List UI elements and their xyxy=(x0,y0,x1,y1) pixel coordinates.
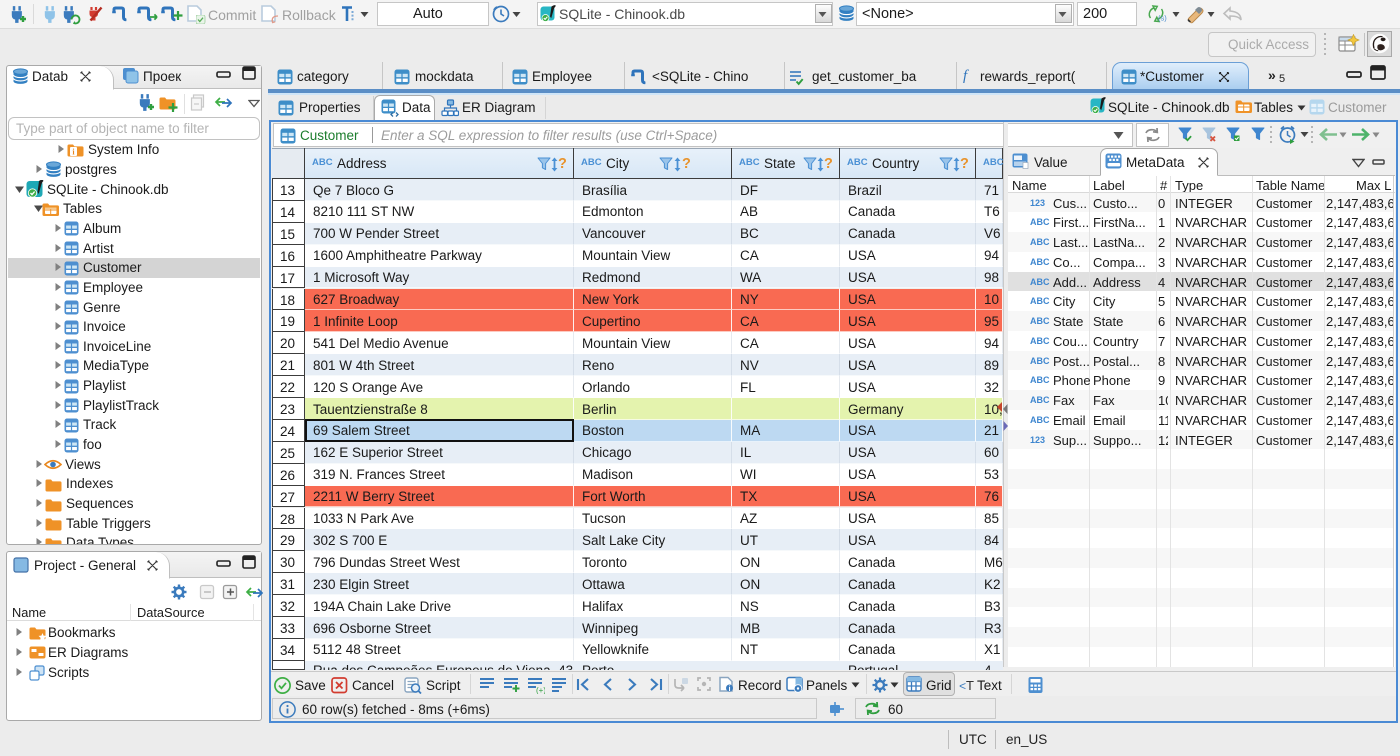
svg-text:T: T xyxy=(966,678,974,693)
svg-text:f: f xyxy=(963,68,969,83)
svg-text:i: i xyxy=(728,683,730,692)
svg-text:(+): (+) xyxy=(536,686,545,694)
svg-text:(s): (s) xyxy=(1158,14,1167,23)
